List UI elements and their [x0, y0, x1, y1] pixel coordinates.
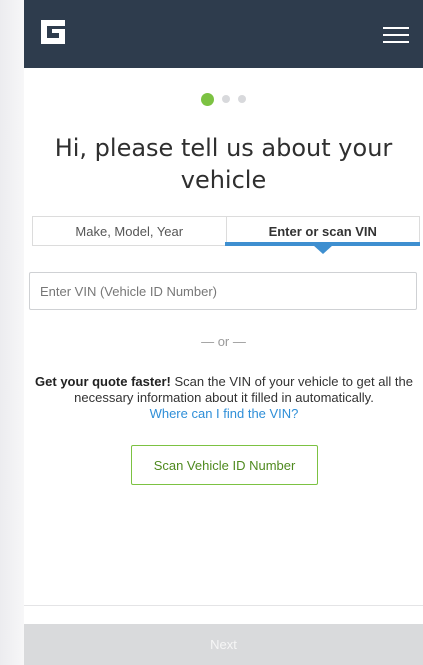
top-header	[24, 0, 423, 68]
scan-vin-button[interactable]: Scan Vehicle ID Number	[131, 445, 318, 485]
progress-dot-active	[201, 93, 214, 106]
side-gutter	[0, 0, 24, 665]
page-title: Hi, please tell us about your vehicle	[54, 134, 393, 194]
next-button[interactable]: Next	[24, 624, 423, 665]
info-bold-text: Get your quote faster!	[35, 374, 171, 389]
progress-dot	[238, 95, 246, 103]
app-frame: Hi, please tell us about your vehicle Ma…	[0, 0, 423, 665]
find-vin-link[interactable]: Where can I find the VIN?	[150, 406, 299, 421]
hamburger-menu-icon[interactable]	[383, 24, 409, 46]
scan-info-text: Get your quote faster! Scan the VIN of y…	[34, 374, 414, 422]
progress-dot	[222, 95, 230, 103]
or-separator: — or —	[201, 334, 246, 349]
tab-make-model-year[interactable]: Make, Model, Year	[33, 217, 227, 246]
vin-input[interactable]	[29, 272, 417, 310]
progress-dots	[24, 93, 423, 106]
footer-divider	[24, 605, 423, 606]
active-tab-caret-icon	[313, 245, 333, 254]
main-panel: Hi, please tell us about your vehicle Ma…	[24, 0, 423, 665]
brand-logo-icon[interactable]	[41, 20, 65, 44]
